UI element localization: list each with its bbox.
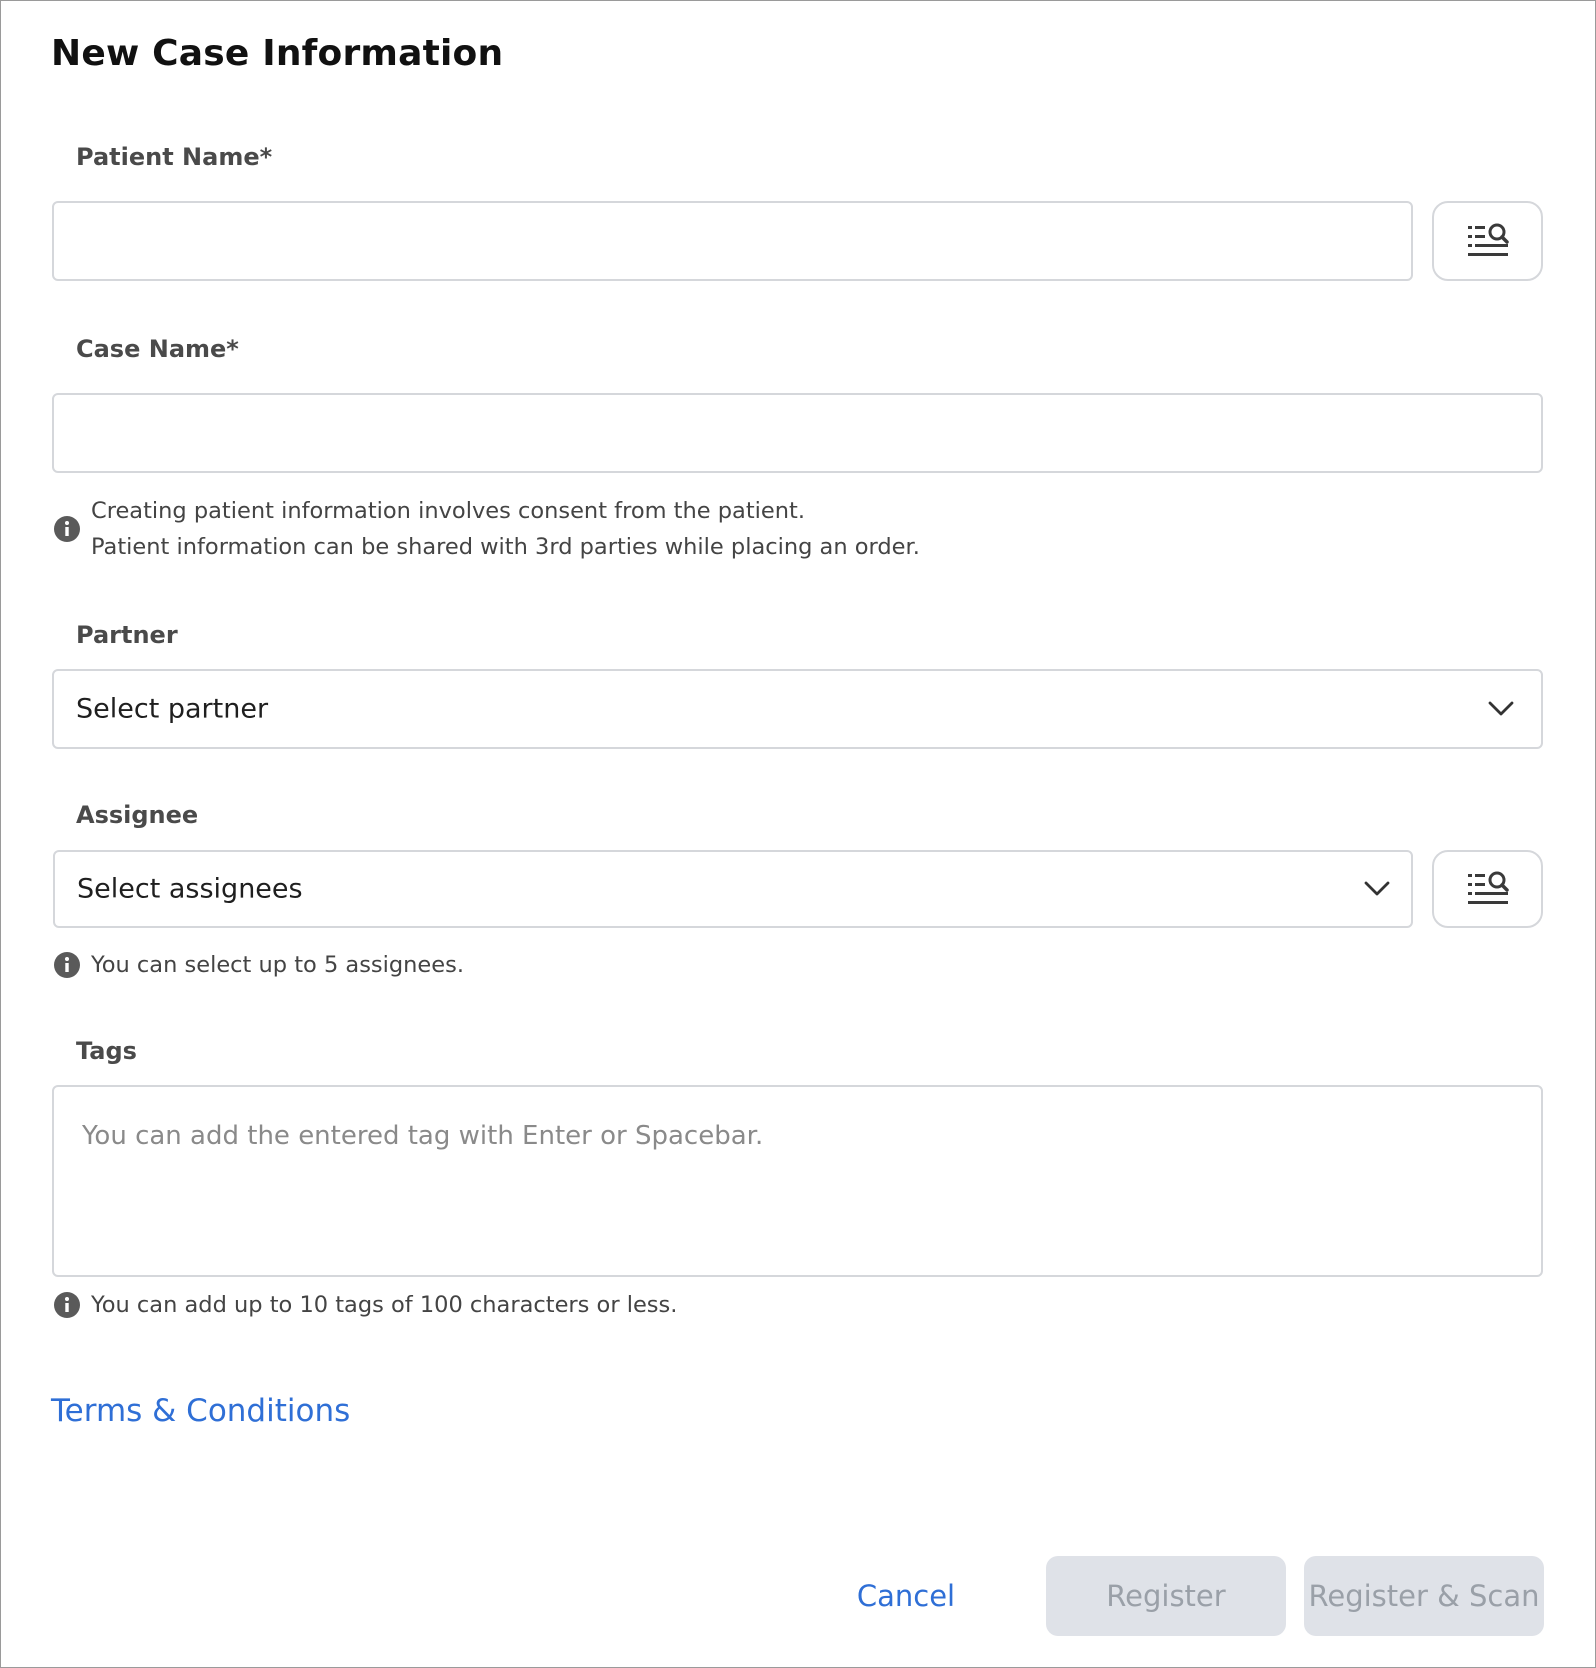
- list-search-icon: [1467, 871, 1509, 904]
- info-icon: [54, 1292, 80, 1318]
- chevron-down-icon: [1364, 881, 1390, 896]
- assignee-hint-text: You can select up to 5 assignees.: [91, 952, 464, 978]
- new-case-dialog: New Case Information Patient Name* Case …: [0, 0, 1596, 1668]
- info-icon: [54, 952, 80, 978]
- patient-name-input[interactable]: [54, 203, 1411, 279]
- partner-select-value: Select partner: [76, 693, 269, 725]
- register-and-scan-button[interactable]: Register & Scan: [1304, 1556, 1544, 1636]
- list-search-icon: [1467, 223, 1509, 256]
- assignee-select-value: Select assignees: [77, 873, 303, 905]
- case-name-label: Case Name*: [76, 335, 239, 363]
- consent-hint: Creating patient information involves co…: [53, 493, 1053, 569]
- assignee-hint: You can select up to 5 assignees.: [53, 947, 853, 983]
- case-name-field[interactable]: [52, 393, 1543, 473]
- dialog-title: New Case Information: [51, 33, 504, 74]
- register-button[interactable]: Register: [1046, 1556, 1286, 1636]
- patient-name-field[interactable]: [52, 201, 1413, 281]
- tags-input[interactable]: You can add the entered tag with Enter o…: [52, 1085, 1543, 1277]
- info-icon: [54, 516, 80, 542]
- cancel-button[interactable]: Cancel: [841, 1556, 971, 1636]
- partner-select[interactable]: Select partner: [52, 669, 1543, 749]
- tags-placeholder: You can add the entered tag with Enter o…: [82, 1121, 764, 1151]
- tags-label: Tags: [76, 1037, 137, 1065]
- assignee-select[interactable]: Select assignees: [53, 850, 1413, 928]
- chevron-down-icon: [1488, 701, 1514, 716]
- tags-hint-text: You can add up to 10 tags of 100 charact…: [91, 1292, 678, 1318]
- assignee-search-button[interactable]: [1432, 850, 1543, 928]
- terms-conditions-link[interactable]: Terms & Conditions: [51, 1393, 350, 1429]
- case-name-input[interactable]: [54, 395, 1541, 471]
- partner-label: Partner: [76, 621, 178, 649]
- patient-name-label: Patient Name*: [76, 143, 273, 171]
- consent-hint-line2: Patient information can be shared with 3…: [91, 534, 920, 560]
- consent-hint-line1: Creating patient information involves co…: [91, 498, 805, 524]
- patient-search-button[interactable]: [1432, 201, 1543, 281]
- tags-hint: You can add up to 10 tags of 100 charact…: [53, 1287, 953, 1323]
- assignee-label: Assignee: [76, 801, 199, 829]
